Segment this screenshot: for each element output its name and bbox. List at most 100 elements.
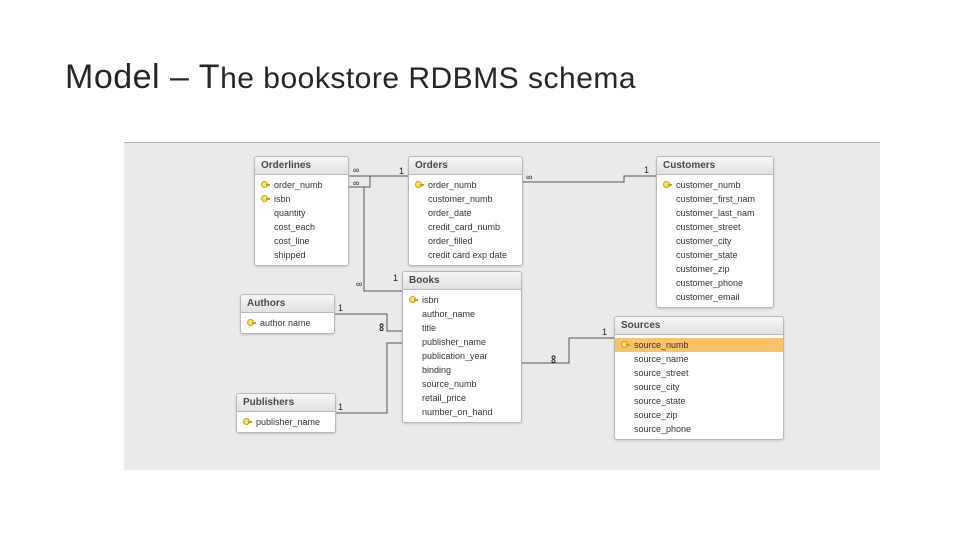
field-icon — [663, 292, 673, 302]
table-customers[interactable]: Customers customer_numbcustomer_first_na… — [656, 156, 774, 308]
table-field[interactable]: quantity — [255, 206, 348, 220]
field-label: title — [422, 322, 436, 334]
field-label: author name — [260, 317, 311, 329]
cardinality-label: 1 — [399, 166, 404, 176]
table-field[interactable]: order_date — [409, 206, 522, 220]
table-body: source_numb source_name source_streetsourc… — [615, 335, 783, 439]
table-field[interactable]: publisher_name — [237, 415, 335, 429]
table-authors[interactable]: Authors author name — [240, 294, 335, 334]
field-label: source_numb — [422, 378, 477, 390]
field-label: order_numb — [274, 179, 323, 191]
table-field[interactable]: cost_each — [255, 220, 348, 234]
table-field[interactable]: customer_city — [657, 234, 773, 248]
table-field[interactable]: isbn — [403, 293, 521, 307]
field-label: source_numb — [634, 339, 689, 351]
schema-diagram: ∞ 1 ∞ ∞ 1 1 ∞ 1 ∞ 1 ∞ 1 Orderlines order… — [124, 142, 880, 470]
field-icon — [409, 393, 419, 403]
table-field[interactable]: retail_price — [403, 391, 521, 405]
cardinality-label: ∞ — [353, 178, 359, 188]
field-icon — [415, 236, 425, 246]
table-field[interactable]: source_name — [615, 352, 783, 366]
table-field[interactable]: customer_first_nam — [657, 192, 773, 206]
table-books[interactable]: Books isbn author_nametitle publisher_name… — [402, 271, 522, 423]
table-field[interactable]: customer_street — [657, 220, 773, 234]
primary-key-icon — [621, 340, 631, 350]
field-icon — [261, 250, 271, 260]
table-header: Books — [403, 272, 521, 290]
table-field[interactable]: order_numb — [255, 178, 348, 192]
field-label: source_zip — [634, 409, 678, 421]
table-field[interactable]: source_numb — [615, 338, 783, 352]
table-body: customer_numbcustomer_first_namcustomer_… — [657, 175, 773, 307]
table-field[interactable]: publisher_name — [403, 335, 521, 349]
table-publishers[interactable]: Publishers publisher_name — [236, 393, 336, 433]
field-label: customer_street — [676, 221, 741, 233]
field-icon — [663, 194, 673, 204]
table-field[interactable]: credit card exp date — [409, 248, 522, 262]
field-icon — [663, 236, 673, 246]
field-label: isbn — [422, 294, 439, 306]
table-field[interactable]: author name — [241, 316, 334, 330]
field-label: shipped — [274, 249, 306, 261]
table-field[interactable]: credit_card_numb — [409, 220, 522, 234]
field-label: customer_first_nam — [676, 193, 755, 205]
table-field[interactable]: order_filled — [409, 234, 522, 248]
field-label: retail_price — [422, 392, 466, 404]
cardinality-label: ∞ — [356, 279, 362, 289]
cardinality-label: ∞ — [526, 172, 532, 182]
table-field[interactable]: source_state — [615, 394, 783, 408]
field-label: publisher_name — [422, 336, 486, 348]
table-field[interactable]: cost_line — [255, 234, 348, 248]
field-label: binding — [422, 364, 451, 376]
cardinality-label: ∞ — [547, 355, 561, 364]
table-field[interactable]: source_zip — [615, 408, 783, 422]
table-field[interactable]: shipped — [255, 248, 348, 262]
field-icon — [261, 222, 271, 232]
table-sources[interactable]: Sources source_numbsource_namesource_str… — [614, 316, 784, 440]
field-icon — [415, 208, 425, 218]
slide-title: Model – The bookstore RDBMS schema — [65, 58, 636, 97]
table-field[interactable]: order_numb — [409, 178, 522, 192]
field-icon — [409, 365, 419, 375]
table-field[interactable]: source_phone — [615, 422, 783, 436]
table-field[interactable]: customer_last_nam — [657, 206, 773, 220]
field-label: order_date — [428, 207, 472, 219]
table-field[interactable]: customer_email — [657, 290, 773, 304]
primary-key-icon — [409, 295, 419, 305]
primary-key-icon — [243, 417, 253, 427]
table-field[interactable]: publication_year — [403, 349, 521, 363]
field-label: source_name — [634, 353, 689, 365]
table-field[interactable]: source_city — [615, 380, 783, 394]
field-label: source_city — [634, 381, 680, 393]
table-field[interactable]: customer_phone — [657, 276, 773, 290]
field-label: customer_city — [676, 235, 732, 247]
table-orderlines[interactable]: Orderlines order_numbisbnquantitycost_ea… — [254, 156, 349, 266]
table-field[interactable]: number_on_hand — [403, 405, 521, 419]
field-label: author_name — [422, 308, 475, 320]
field-icon — [409, 309, 419, 319]
cardinality-label: 1 — [338, 402, 343, 412]
table-field[interactable]: customer_numb — [657, 178, 773, 192]
table-orders[interactable]: Orders order_numbcustomer_numborder_date… — [408, 156, 523, 266]
field-icon — [409, 379, 419, 389]
table-field[interactable]: isbn — [255, 192, 348, 206]
field-icon — [621, 368, 631, 378]
table-field[interactable]: binding — [403, 363, 521, 377]
field-label: customer_state — [676, 249, 738, 261]
primary-key-icon — [247, 318, 257, 328]
table-field[interactable]: customer_numb — [409, 192, 522, 206]
table-field[interactable]: customer_state — [657, 248, 773, 262]
table-field[interactable]: title — [403, 321, 521, 335]
table-body: author name — [241, 313, 334, 333]
field-label: source_state — [634, 395, 686, 407]
field-icon — [409, 337, 419, 347]
table-field[interactable]: author_name — [403, 307, 521, 321]
table-field[interactable]: source_numb — [403, 377, 521, 391]
table-field[interactable]: customer_zip — [657, 262, 773, 276]
field-label: source_street — [634, 367, 689, 379]
field-label: publisher_name — [256, 416, 320, 428]
field-icon — [663, 278, 673, 288]
field-icon — [621, 354, 631, 364]
table-field[interactable]: source_street — [615, 366, 783, 380]
primary-key-icon — [261, 180, 271, 190]
